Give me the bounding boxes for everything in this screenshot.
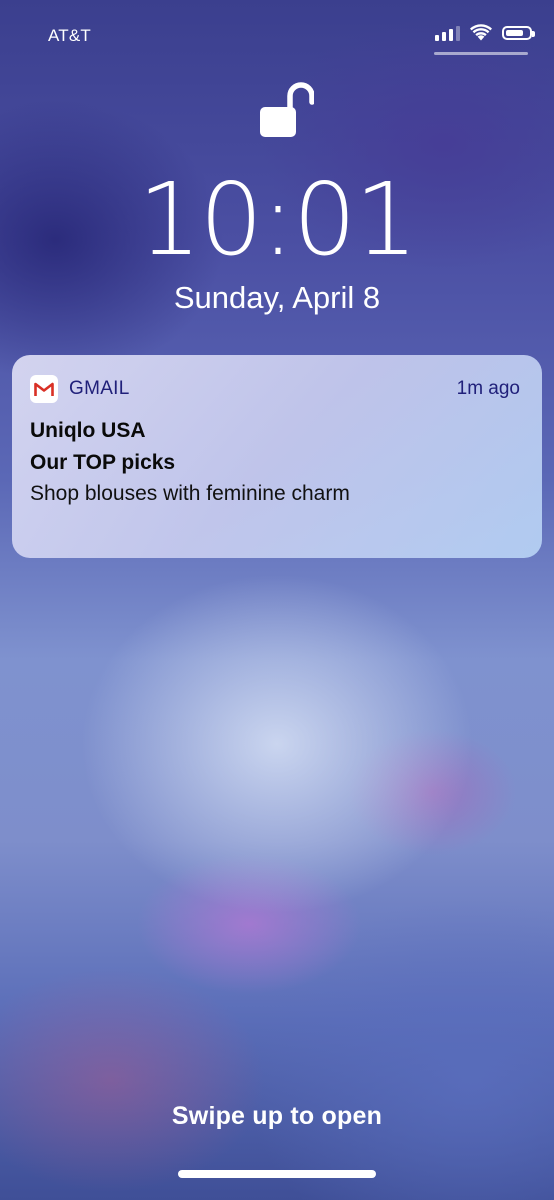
notification-app-name: GMAIL bbox=[69, 378, 130, 399]
lock-screen-time: 10:01 bbox=[137, 161, 418, 278]
carrier-label: AT&T bbox=[48, 26, 91, 45]
wifi-icon bbox=[470, 24, 492, 41]
status-bar: AT&T bbox=[0, 0, 554, 60]
status-icons bbox=[435, 24, 535, 41]
gmail-notification[interactable]: GMAIL 1m ago Uniqlo USA Our TOP picks Sh… bbox=[12, 355, 542, 558]
swipe-up-hint: Swipe up to open bbox=[171, 1102, 383, 1130]
cellular-signal-icon bbox=[435, 25, 460, 41]
unlocked-padlock-icon bbox=[260, 82, 314, 137]
battery-icon bbox=[502, 25, 535, 40]
home-indicator[interactable] bbox=[178, 1170, 376, 1178]
control-center-indicator[interactable] bbox=[434, 52, 528, 55]
notification-subtitle: Our TOP picks bbox=[30, 451, 176, 474]
notification-body: Shop blouses with feminine charm bbox=[30, 482, 350, 505]
notification-header: GMAIL 1m ago bbox=[30, 374, 520, 404]
notification-time: 1m ago bbox=[456, 378, 520, 399]
gmail-icon bbox=[30, 375, 58, 403]
notification-title: Uniqlo USA bbox=[30, 419, 146, 442]
lock-screen-date: Sunday, April 8 bbox=[173, 280, 381, 315]
